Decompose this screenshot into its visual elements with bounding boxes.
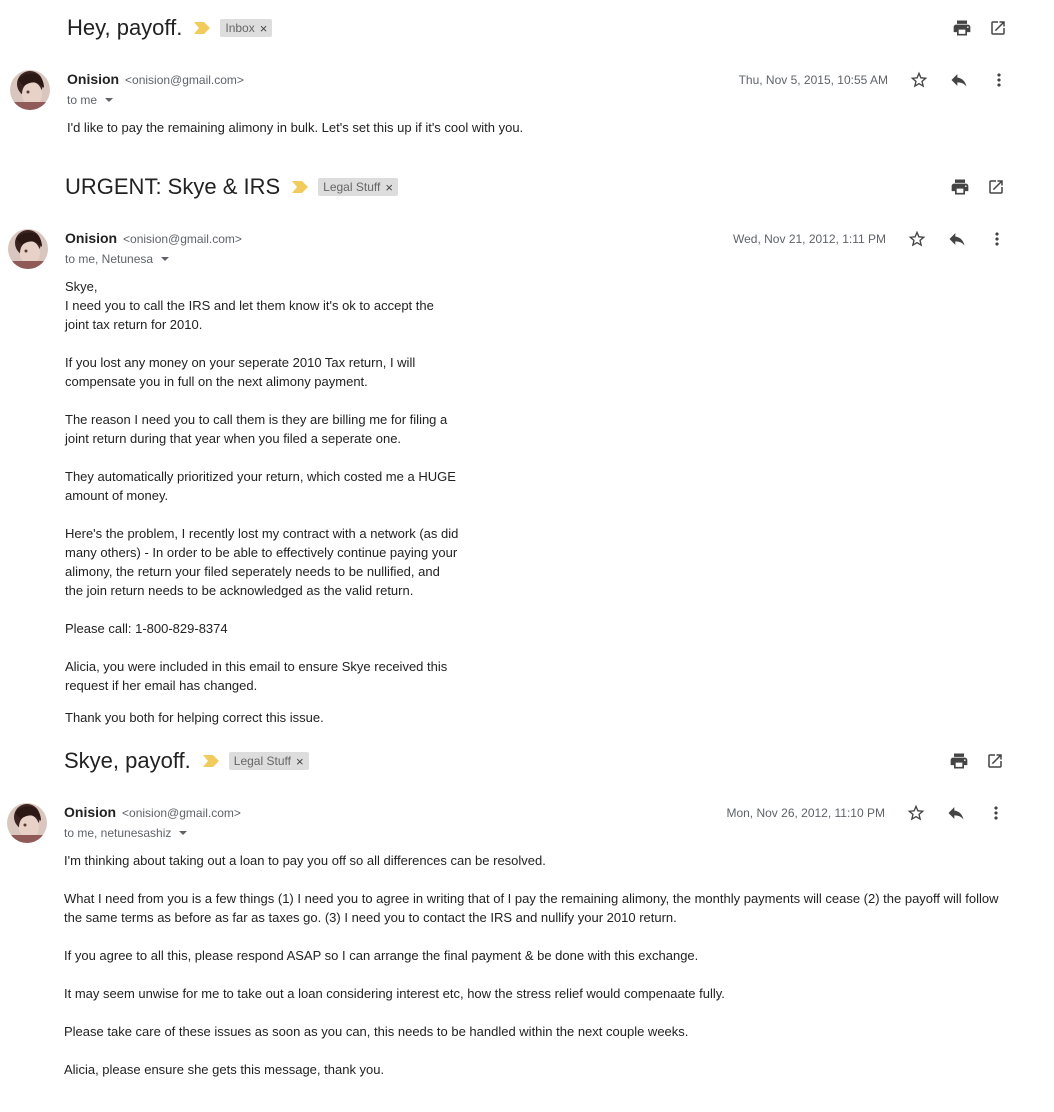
thread-actions [950,177,1006,197]
thread-actions [952,18,1008,38]
more-vertical-icon[interactable] [986,803,1006,823]
remove-label-icon[interactable]: × [260,22,268,35]
body-paragraph: What I need from you is a few things (1)… [64,891,999,925]
sender-name[interactable]: Onision [65,230,117,246]
label-chip-text: Legal Stuff [323,180,381,194]
email-body: I'm thinking about taking out a loan to … [64,851,1034,1079]
body-paragraph: The reason I need you to call them is th… [65,412,448,446]
print-icon[interactable] [952,18,972,38]
sender-line: Onision <onision@gmail.com> [67,71,244,87]
email-date: Thu, Nov 5, 2015, 10:55 AM [738,73,888,87]
body-paragraph: Please take care of these issues as soon… [64,1024,689,1039]
message-actions [909,70,1009,90]
star-icon[interactable] [906,803,926,823]
message-actions [907,229,1007,249]
label-chip-text: Inbox [225,21,255,35]
sender-name[interactable]: Onision [64,804,116,820]
subject-row: Hey, payoff. Inbox × [67,12,273,44]
label-chip[interactable]: Inbox × [220,19,273,37]
recipients: to me, netunesashiz [64,826,172,840]
recipients: to me [67,93,98,107]
email-date: Mon, Nov 26, 2012, 11:10 PM [726,806,885,820]
body-paragraph: Alicia, you were included in this email … [65,659,448,693]
sender-line: Onision <onision@gmail.com> [64,804,241,820]
email-body: Skye, I need you to call the IRS and let… [65,277,525,727]
reply-icon[interactable] [949,70,969,90]
label-chip[interactable]: Legal Stuff × [228,752,309,770]
chevron-down-icon[interactable] [179,831,188,835]
open-in-new-window-icon[interactable] [985,751,1005,771]
chevron-down-icon[interactable] [161,257,170,261]
avatar[interactable] [8,229,48,269]
thread-actions [949,751,1005,771]
open-in-new-window-icon[interactable] [986,177,1006,197]
recipients: to me, Netunesa [65,252,154,266]
body-paragraph: Skye, I need you to call the IRS and let… [65,279,434,332]
print-icon[interactable] [949,751,969,771]
remove-label-icon[interactable]: × [385,181,393,194]
email-subject: URGENT: Skye & IRS [65,174,281,199]
chevron-down-icon[interactable] [105,98,114,102]
sender-email: <onision@gmail.com> [125,73,244,87]
recipients-line[interactable]: to me, netunesashiz [64,826,188,840]
body-paragraph: If you lost any money on your seperate 2… [65,355,416,389]
body-paragraph: Thank you both for helping correct this … [65,710,324,725]
reply-icon[interactable] [946,803,966,823]
email-date: Wed, Nov 21, 2012, 1:11 PM [733,232,886,246]
open-in-new-window-icon[interactable] [988,18,1008,38]
body-paragraph: Here's the problem, I recently lost my c… [65,526,459,598]
body-paragraph: I'd like to pay the remaining alimony in… [67,120,524,135]
star-icon[interactable] [909,70,929,90]
avatar[interactable] [10,70,50,110]
body-paragraph: I'm thinking about taking out a loan to … [64,853,546,868]
more-vertical-icon[interactable] [989,70,1009,90]
email-subject: Hey, payoff. [67,15,183,40]
email-body: I'd like to pay the remaining alimony in… [67,118,967,137]
body-paragraph: If you agree to all this, please respond… [64,948,699,963]
importance-marker-icon[interactable] [292,181,309,193]
more-vertical-icon[interactable] [987,229,1007,249]
reply-icon[interactable] [947,229,967,249]
importance-marker-icon[interactable] [194,22,211,34]
subject-row: URGENT: Skye & IRS Legal Stuff × [65,171,398,203]
recipients-line[interactable]: to me [67,93,114,107]
sender-line: Onision <onision@gmail.com> [65,230,242,246]
sender-email: <onision@gmail.com> [122,806,241,820]
remove-label-icon[interactable]: × [296,755,304,768]
body-paragraph: Alicia, please ensure she gets this mess… [64,1062,385,1077]
subject-row: Skye, payoff. Legal Stuff × [64,745,309,777]
body-paragraph: It may seem unwise for me to take out a … [64,986,725,1001]
sender-name[interactable]: Onision [67,71,119,87]
recipients-line[interactable]: to me, Netunesa [65,252,170,266]
sender-email: <onision@gmail.com> [123,232,242,246]
label-chip-text: Legal Stuff [233,754,291,768]
importance-marker-icon[interactable] [202,755,219,767]
avatar[interactable] [7,803,47,843]
email-subject: Skye, payoff. [64,748,191,773]
body-paragraph: Please call: 1-800-829-8374 [65,621,228,636]
body-paragraph: They automatically prioritized your retu… [65,469,456,503]
print-icon[interactable] [950,177,970,197]
star-icon[interactable] [907,229,927,249]
message-actions [906,803,1006,823]
label-chip[interactable]: Legal Stuff × [318,178,398,196]
